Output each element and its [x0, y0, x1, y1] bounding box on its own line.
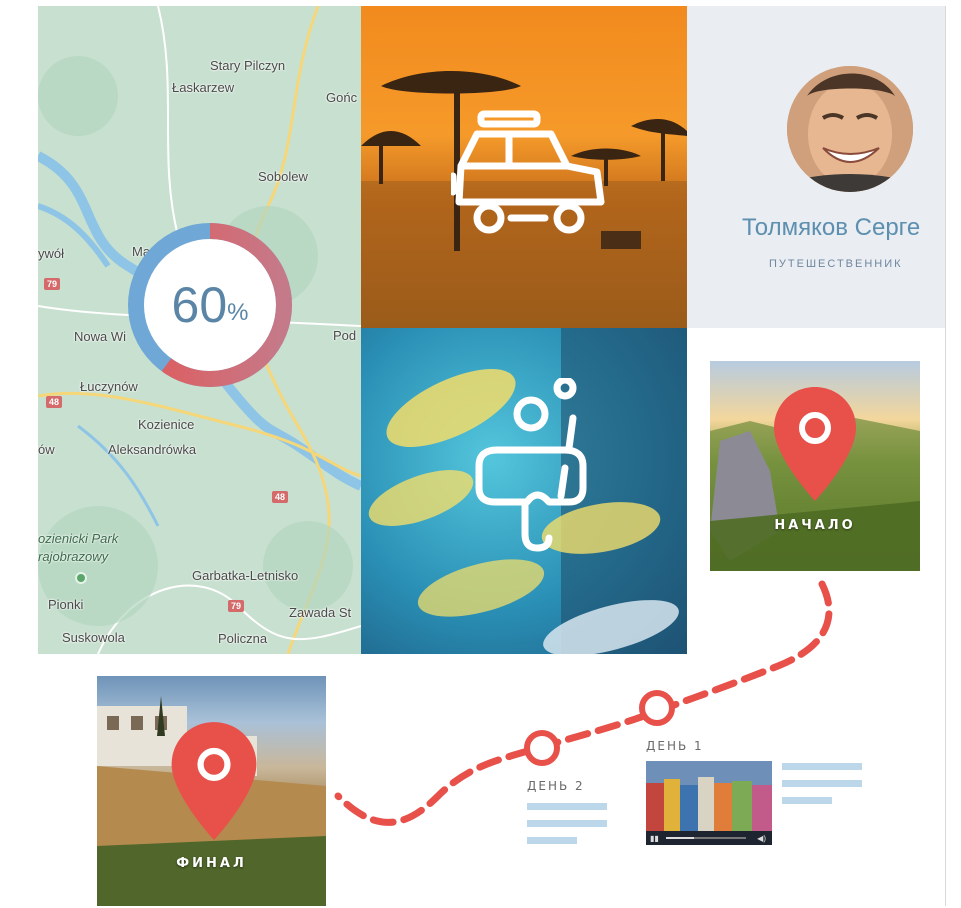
- text-placeholder-line: [527, 803, 607, 810]
- day-2-marker[interactable]: [524, 730, 560, 766]
- day-1-marker[interactable]: [639, 690, 675, 726]
- final-photo[interactable]: ФИНАЛ: [97, 676, 326, 906]
- day-1-label: ДЕНЬ 1: [646, 739, 704, 753]
- video-controls: ▮▮ ◀): [646, 831, 772, 845]
- text-placeholder-line: [527, 820, 607, 827]
- video-player[interactable]: ▮▮ ◀): [646, 761, 772, 845]
- play-icon[interactable]: ▮▮: [650, 834, 659, 843]
- video-progress-fill: [666, 837, 694, 839]
- start-label: НАЧАЛО: [774, 518, 856, 533]
- start-photo[interactable]: НАЧАЛО: [710, 361, 920, 571]
- text-placeholder-line: [782, 780, 862, 787]
- text-placeholder-line: [527, 837, 577, 844]
- video-progress[interactable]: [666, 837, 746, 839]
- text-placeholder-line: [782, 797, 832, 804]
- final-pin-icon: [171, 722, 257, 840]
- day-2-label: ДЕНЬ 2: [527, 779, 585, 793]
- final-label: ФИНАЛ: [176, 856, 247, 871]
- start-pin-icon: [774, 387, 856, 501]
- text-placeholder-line: [782, 763, 862, 770]
- volume-icon[interactable]: ◀): [757, 834, 766, 843]
- page-frame: Stary Pilczyn Łaskarzew Gońc Sobolew ywó…: [38, 6, 946, 906]
